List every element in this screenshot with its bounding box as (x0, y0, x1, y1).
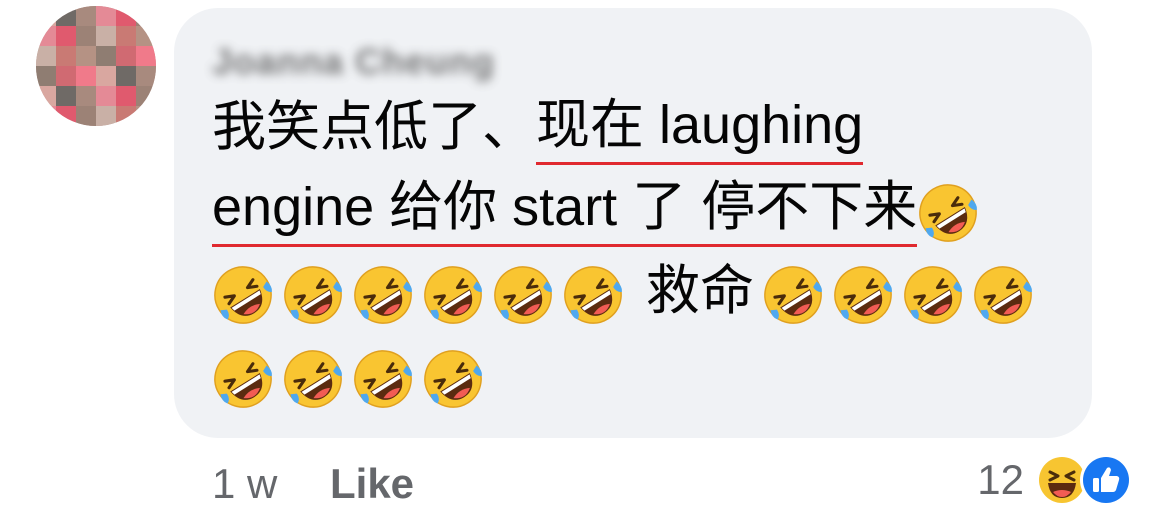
like-reaction-icon (1078, 452, 1134, 508)
rofl-emoji-icon (832, 264, 894, 326)
rofl-emoji-icon (352, 264, 414, 326)
comment-author[interactable]: Joanna Cheung (212, 38, 495, 86)
rofl-emoji-icon (282, 348, 344, 410)
rofl-emoji-icon (282, 264, 344, 326)
rofl-emoji-icon (902, 264, 964, 326)
author-name: Joanna Cheung (212, 41, 496, 82)
rofl-emoji-icon (917, 182, 979, 244)
comment-line-1: 我笑点低了、 现在 laughing (212, 90, 864, 165)
rofl-emoji-icon (972, 264, 1034, 326)
rofl-emoji-icon (422, 348, 484, 410)
comment-text-plain: 我笑点低了、 (212, 97, 536, 157)
comment-line-3: 救命 (212, 256, 1042, 326)
rofl-emoji-icon (352, 348, 414, 410)
comment-text-plain: 救命 (646, 261, 754, 321)
rofl-emoji-icon (212, 264, 274, 326)
comment-line-2: engine 给你 start 了 停不下来 (212, 172, 987, 247)
comment-timestamp[interactable]: 1 w (212, 458, 277, 510)
like-button[interactable]: Like (330, 458, 414, 510)
spellcheck-underlined-text: engine 给你 start 了 停不下来 (212, 172, 918, 247)
avatar[interactable] (36, 6, 156, 126)
reaction-summary[interactable]: 12 (977, 452, 1134, 508)
rofl-emoji-icon (212, 348, 274, 410)
rofl-emoji-icon (492, 264, 554, 326)
rofl-emoji-icon (562, 264, 624, 326)
spellcheck-underlined-text: 现在 laughing (536, 90, 864, 165)
rofl-emoji-icon (762, 264, 824, 326)
reaction-count: 12 (977, 456, 1024, 503)
rofl-emoji-icon (422, 264, 484, 326)
comment-line-4 (212, 340, 492, 410)
